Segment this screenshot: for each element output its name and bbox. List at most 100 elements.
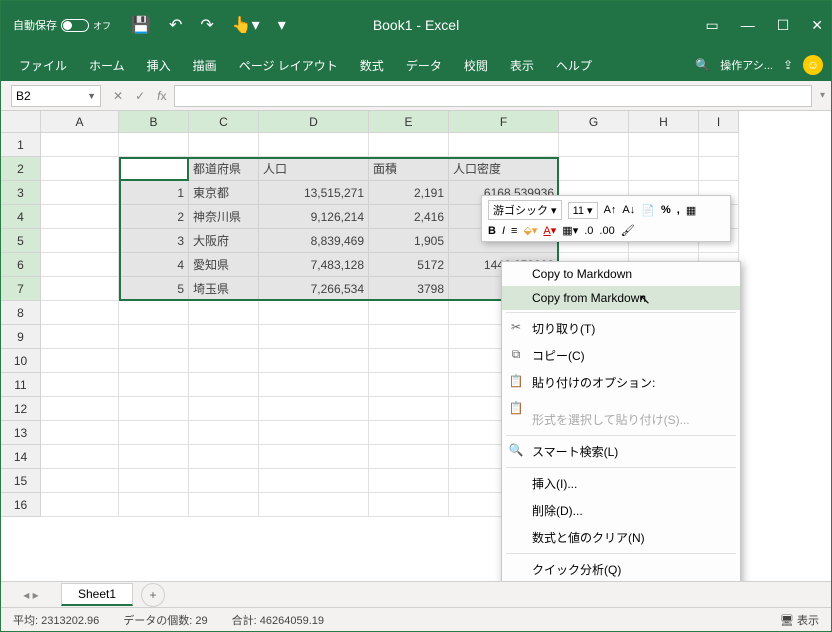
cell[interactable]: [189, 133, 259, 157]
cell[interactable]: [41, 181, 119, 205]
spreadsheet-grid[interactable]: ABCDEFGHI 12345678910111213141516 都道府県人口…: [1, 111, 831, 581]
cell[interactable]: [629, 133, 699, 157]
cell[interactable]: [369, 397, 449, 421]
row-header-13[interactable]: 13: [1, 421, 41, 445]
row-header-5[interactable]: 5: [1, 229, 41, 253]
qat-customize-icon[interactable]: ▾: [278, 15, 286, 35]
new-sheet-button[interactable]: +: [141, 583, 165, 607]
cell[interactable]: [259, 373, 369, 397]
row-header-9[interactable]: 9: [1, 325, 41, 349]
cell[interactable]: [41, 133, 119, 157]
row-header-12[interactable]: 12: [1, 397, 41, 421]
col-header-G[interactable]: G: [559, 111, 629, 133]
cell[interactable]: 3798: [369, 277, 449, 301]
row-header-10[interactable]: 10: [1, 349, 41, 373]
cell[interactable]: 1: [119, 181, 189, 205]
cell[interactable]: 7,266,534: [259, 277, 369, 301]
cell[interactable]: [369, 493, 449, 517]
bold-icon[interactable]: B: [488, 225, 496, 237]
format-icon[interactable]: ▦: [686, 204, 696, 217]
row-header-16[interactable]: 16: [1, 493, 41, 517]
ctx-item[interactable]: 削除(D)...: [502, 497, 740, 524]
decrease-font-icon[interactable]: A↓: [622, 204, 635, 216]
redo-icon[interactable]: ↷: [200, 15, 213, 35]
tab-formulas[interactable]: 数式: [350, 51, 394, 80]
cell[interactable]: [41, 277, 119, 301]
tab-pagelayout[interactable]: ページ レイアウト: [229, 51, 348, 80]
cell[interactable]: 2,191: [369, 181, 449, 205]
col-header-D[interactable]: D: [259, 111, 369, 133]
font-select[interactable]: 游ゴシック ▾: [488, 200, 562, 220]
sheet-nav[interactable]: ◂ ▸: [1, 588, 61, 602]
cell[interactable]: [259, 301, 369, 325]
tab-draw[interactable]: 描画: [183, 51, 227, 80]
cell[interactable]: 神奈川県: [189, 205, 259, 229]
cell[interactable]: [189, 301, 259, 325]
cell[interactable]: [259, 493, 369, 517]
cell[interactable]: [119, 397, 189, 421]
cell[interactable]: [369, 325, 449, 349]
cell[interactable]: [699, 157, 739, 181]
ctx-item[interactable]: ✂切り取り(T): [502, 315, 740, 342]
cell[interactable]: [119, 349, 189, 373]
col-header-F[interactable]: F: [449, 111, 559, 133]
col-header-B[interactable]: B: [119, 111, 189, 133]
cell[interactable]: 3: [119, 229, 189, 253]
cell[interactable]: 5: [119, 277, 189, 301]
cell[interactable]: [189, 493, 259, 517]
display-settings-icon[interactable]: 🖥 表示: [780, 612, 819, 628]
decrease-decimal-icon[interactable]: .0: [584, 225, 593, 237]
cell[interactable]: 9,126,214: [259, 205, 369, 229]
italic-icon[interactable]: I: [502, 225, 505, 237]
minimize-icon[interactable]: ―: [741, 17, 755, 34]
tab-data[interactable]: データ: [396, 51, 452, 80]
ctx-item[interactable]: Copy to Markdown: [502, 262, 740, 286]
cell[interactable]: [119, 301, 189, 325]
search-icon[interactable]: 🔍: [695, 58, 710, 72]
cell[interactable]: [259, 133, 369, 157]
cell[interactable]: [259, 469, 369, 493]
cell[interactable]: 8,839,469: [259, 229, 369, 253]
font-size-select[interactable]: 11 ▾: [568, 202, 598, 219]
cell[interactable]: 4: [119, 253, 189, 277]
col-header-A[interactable]: A: [41, 111, 119, 133]
cell[interactable]: [369, 133, 449, 157]
cell[interactable]: [41, 229, 119, 253]
font-color-icon[interactable]: A▾: [543, 224, 556, 237]
name-box[interactable]: B2 ▼: [11, 85, 101, 107]
ctx-item[interactable]: Copy from Markdown: [502, 286, 740, 310]
cell[interactable]: [41, 157, 119, 181]
cell[interactable]: [259, 325, 369, 349]
cell[interactable]: [119, 469, 189, 493]
ctx-item[interactable]: 📋: [502, 396, 740, 406]
cell[interactable]: [449, 133, 559, 157]
ctx-item[interactable]: ⧉コピー(C): [502, 342, 740, 369]
tab-home[interactable]: ホーム: [79, 51, 135, 80]
cell[interactable]: 愛知県: [189, 253, 259, 277]
cell[interactable]: [41, 421, 119, 445]
cell[interactable]: [259, 421, 369, 445]
cell[interactable]: [259, 349, 369, 373]
cell[interactable]: 2: [119, 205, 189, 229]
cell[interactable]: [629, 157, 699, 181]
row-header-2[interactable]: 2: [1, 157, 41, 181]
cell[interactable]: [41, 469, 119, 493]
cell[interactable]: [119, 493, 189, 517]
ctx-item[interactable]: 📋貼り付けのオプション:: [502, 369, 740, 396]
sheet-tab-1[interactable]: Sheet1: [61, 583, 133, 606]
select-all-corner[interactable]: [1, 111, 41, 133]
row-header-11[interactable]: 11: [1, 373, 41, 397]
comma-icon[interactable]: ,: [677, 204, 680, 216]
tab-file[interactable]: ファイル: [9, 51, 77, 80]
increase-decimal-icon[interactable]: .00: [599, 225, 614, 237]
cell[interactable]: [369, 445, 449, 469]
cell[interactable]: 東京都: [189, 181, 259, 205]
row-header-8[interactable]: 8: [1, 301, 41, 325]
cell[interactable]: 埼玉県: [189, 277, 259, 301]
increase-font-icon[interactable]: A↑: [604, 204, 617, 216]
cell[interactable]: 大阪府: [189, 229, 259, 253]
cell[interactable]: [41, 205, 119, 229]
cell[interactable]: 7,483,128: [259, 253, 369, 277]
cell[interactable]: [189, 373, 259, 397]
close-icon[interactable]: ✕: [811, 17, 823, 34]
